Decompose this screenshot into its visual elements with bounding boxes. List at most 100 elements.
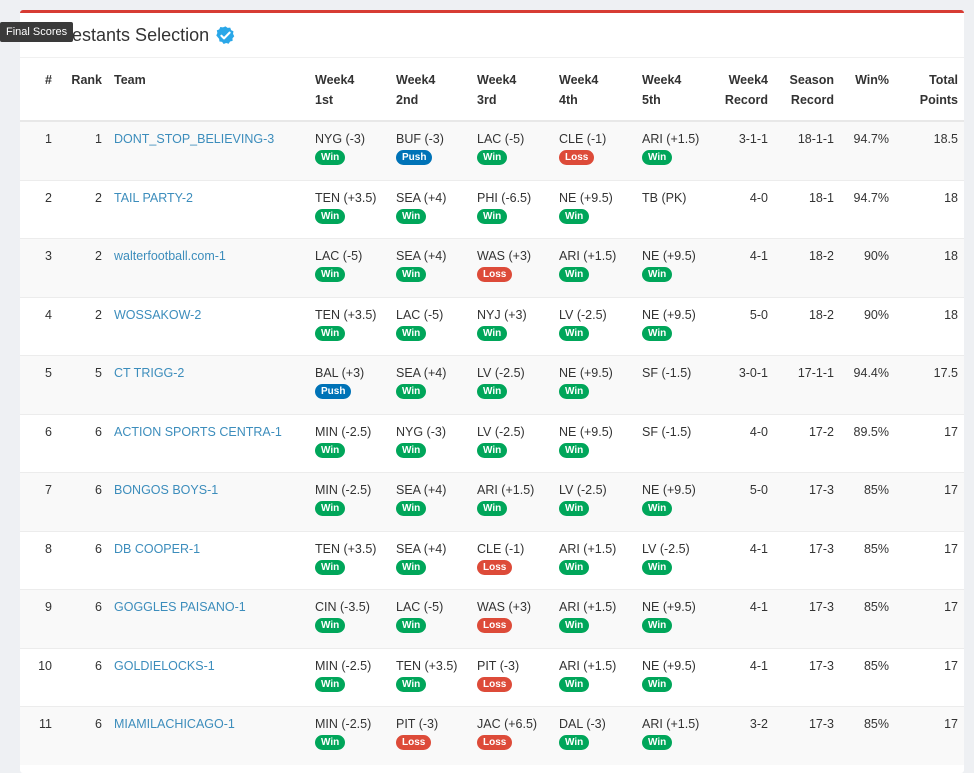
result-badge-loss: Loss: [559, 150, 595, 165]
row-rank: 6: [95, 483, 102, 497]
panel-header: Contestants Selection: [20, 13, 964, 58]
col-header-rank[interactable]: Rank: [58, 58, 108, 122]
week-record: 4-1: [749, 249, 768, 263]
win-pct: 89.5%: [853, 424, 889, 439]
pick-text: TB (PK): [642, 190, 687, 205]
pick-text: WAS (+3): [477, 249, 532, 263]
team-link[interactable]: MIAMILACHICAGO-1: [114, 717, 235, 731]
result-badge-win: Win: [477, 325, 508, 341]
pick-cell-1: NYG (-3) Win: [309, 121, 390, 180]
pick-cell-1: MIN (-2.5) Win: [309, 707, 390, 765]
week-record: 5-0: [749, 307, 768, 322]
pick-text: LV (-2.5): [642, 541, 690, 556]
row-number: 3: [45, 249, 52, 263]
pick-cell-5: NE (+9.5) Win: [636, 297, 716, 356]
team-link[interactable]: DONT_STOP_BELIEVING-3: [114, 132, 274, 146]
season-record: 17-3: [808, 658, 834, 673]
row-number: 9: [45, 600, 52, 614]
week-record: 4-1: [749, 600, 768, 614]
team-link[interactable]: GOGGLES PAISANO-1: [114, 600, 246, 614]
season-record: 17-1-1: [797, 366, 834, 380]
table-row: 4 2 WOSSAKOW-2 TEN (+3.5) Win LAC (-5) Win NYJ …: [20, 297, 964, 356]
team-cell: GOGGLES PAISANO-1: [108, 590, 309, 649]
pick-cell-4: ARI (+1.5) Win: [553, 531, 636, 590]
row-number: 10: [38, 658, 52, 673]
result-badge-win: Win: [396, 618, 427, 633]
total-points: 17: [944, 424, 958, 439]
row-rank: 6: [95, 658, 102, 673]
pick-cell-1: MIN (-2.5) Win: [309, 648, 390, 707]
pick-cell-3: PIT (-3) Loss: [471, 648, 553, 707]
col-header-season-record[interactable]: Season Record: [774, 58, 840, 122]
row-rank: 2: [95, 307, 102, 322]
result-badge-win: Win: [315, 676, 346, 692]
season-record: 18-2: [808, 307, 834, 322]
table-row: 8 6 DB COOPER-1 TEN (+3.5) Win SEA (+4) Win CLE…: [20, 531, 964, 590]
week-record: 4-0: [749, 190, 768, 205]
row-rank: 6: [95, 600, 102, 614]
table-row: 10 6 GOLDIELOCKS-1 MIN (-2.5) Win TEN (+3.5) W…: [20, 648, 964, 707]
col-header-win-pct[interactable]: Win%: [840, 58, 895, 122]
result-badge-win: Win: [396, 208, 427, 224]
pick-text: ARI (+1.5): [559, 658, 617, 673]
pick-text: MIN (-2.5): [315, 658, 372, 673]
col-header-week4-2nd[interactable]: Week4 2nd: [390, 58, 471, 122]
result-badge-win: Win: [477, 384, 508, 399]
team-link[interactable]: walterfootball.com-1: [114, 249, 226, 263]
result-badge-win: Win: [315, 501, 346, 516]
col-header-total-points[interactable]: Total Points: [895, 58, 964, 122]
team-link[interactable]: TAIL PARTY-2: [114, 191, 193, 205]
pick-cell-1: LAC (-5) Win: [309, 239, 390, 298]
win-pct: 94.7%: [853, 132, 889, 146]
col-header-week4-4th[interactable]: Week4 4th: [553, 58, 636, 122]
pick-cell-3: JAC (+6.5) Loss: [471, 707, 553, 765]
season-record: 18-1-1: [797, 132, 834, 146]
total-points: 17: [944, 541, 958, 556]
pick-cell-3: NYJ (+3) Win: [471, 297, 553, 356]
result-badge-win: Win: [477, 442, 508, 458]
season-record: 18-1: [808, 190, 834, 205]
win-pct: 85%: [863, 658, 889, 673]
team-link[interactable]: DB COOPER-1: [114, 542, 200, 556]
pick-text: PIT (-3): [396, 717, 439, 731]
pick-cell-1: BAL (+3) Push: [309, 356, 390, 415]
pick-text: TEN (+3.5): [315, 190, 377, 205]
col-header-week4-3rd[interactable]: Week4 3rd: [471, 58, 553, 122]
col-header-num[interactable]: #: [20, 58, 58, 122]
row-rank: 2: [95, 190, 102, 205]
team-link[interactable]: WOSSAKOW-2: [114, 308, 201, 322]
total-points: 17: [944, 717, 958, 731]
result-badge-win: Win: [396, 442, 427, 458]
team-link[interactable]: CT TRIGG-2: [114, 366, 184, 380]
team-link[interactable]: BONGOS BOYS-1: [114, 483, 218, 497]
result-badge-loss: Loss: [477, 267, 513, 282]
table-row: 3 2 walterfootball.com-1 LAC (-5) Win SEA (+4…: [20, 238, 964, 298]
pick-cell-5: SF (-1.5): [636, 414, 716, 473]
pick-text: CLE (-1): [559, 132, 607, 146]
table-row: 5 5 CT TRIGG-2 BAL (+3) Push SEA (+4) Win LV (-…: [20, 355, 964, 415]
result-badge-win: Win: [396, 559, 427, 575]
row-number: 8: [45, 541, 52, 556]
col-header-team[interactable]: Team: [108, 58, 309, 122]
pick-cell-2: SEA (+4) Win: [390, 239, 471, 298]
team-link[interactable]: ACTION SPORTS CENTRA-1: [114, 425, 282, 439]
win-pct: 94.4%: [853, 366, 889, 380]
table-row: 1 1 DONT_STOP_BELIEVING-3 NYG (-3) Win BUF (-…: [20, 121, 964, 180]
col-header-week4-5th[interactable]: Week4 5th: [636, 58, 716, 122]
table-body: 1 1 DONT_STOP_BELIEVING-3 NYG (-3) Win BUF (-…: [20, 121, 964, 765]
team-cell: GOLDIELOCKS-1: [108, 648, 309, 707]
result-badge-loss: Loss: [477, 618, 513, 633]
pick-cell-4: NE (+9.5) Win: [553, 180, 636, 239]
team-link[interactable]: GOLDIELOCKS-1: [114, 659, 215, 673]
win-pct: 90%: [863, 249, 889, 263]
pick-text: NYG (-3): [315, 132, 365, 146]
pick-text: DAL (-3): [559, 717, 606, 731]
pick-cell-3: ARI (+1.5) Win: [471, 473, 553, 532]
col-header-week4-1st[interactable]: Week4 1st: [309, 58, 390, 122]
result-badge-win: Win: [642, 676, 673, 692]
result-badge-win: Win: [559, 676, 590, 692]
col-header-week4-record[interactable]: Week4 Record: [716, 58, 774, 122]
season-record: 17-3: [808, 600, 834, 614]
result-badge-win: Win: [559, 559, 590, 575]
table-header-row: # Rank Team Week4 1st Week4 2nd Week4 3rd W…: [20, 58, 964, 122]
